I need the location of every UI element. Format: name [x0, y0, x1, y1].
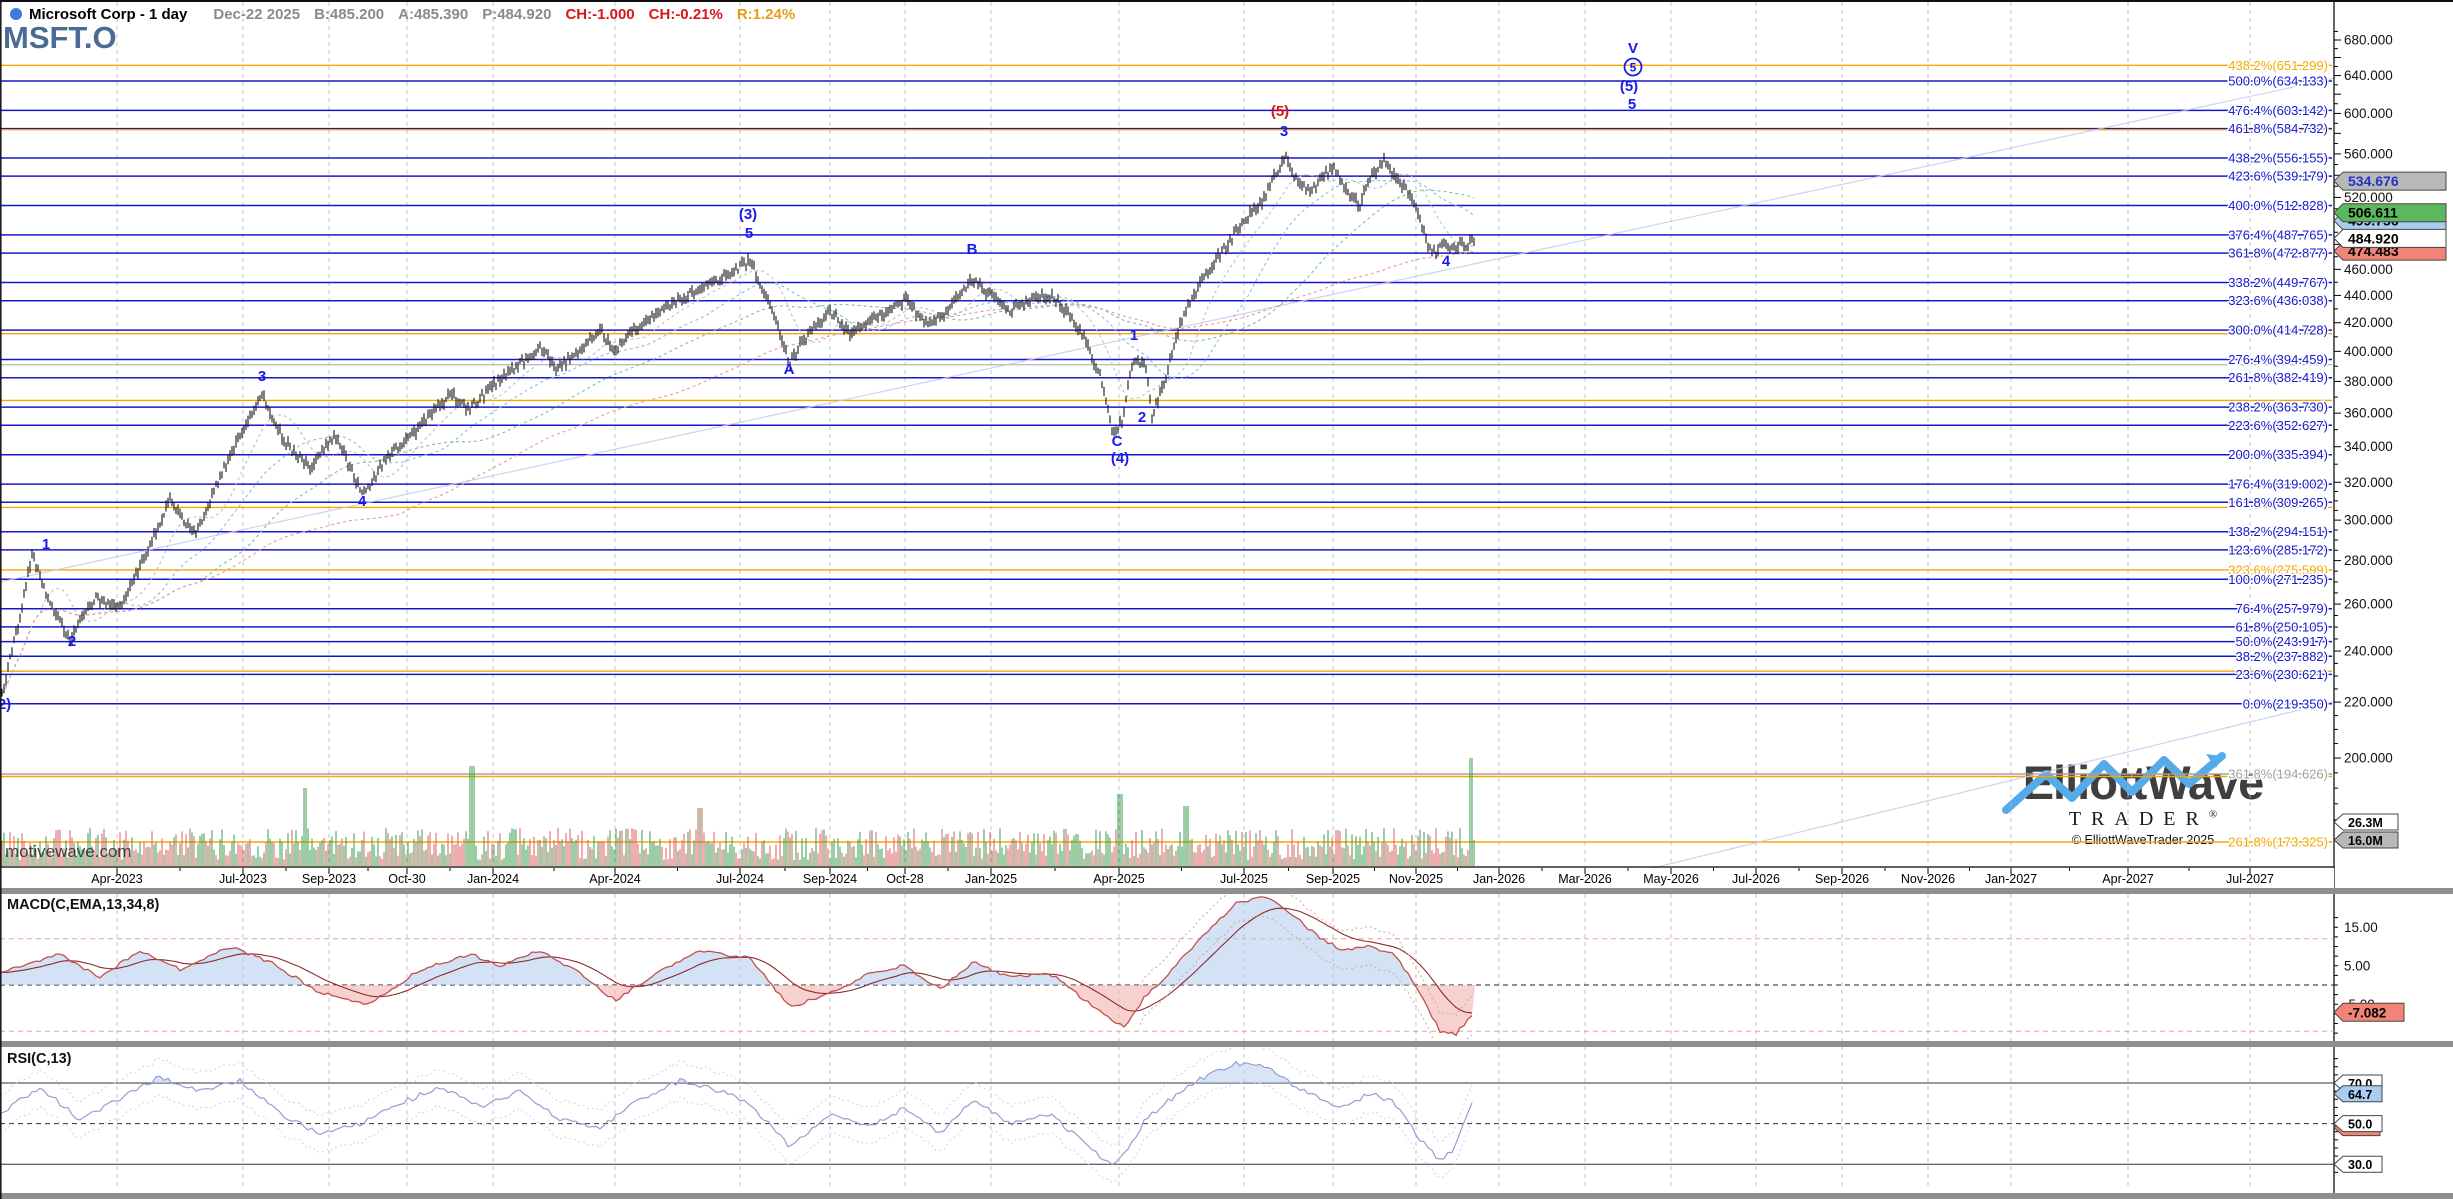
svg-text:276.4%(394.459): 276.4%(394.459)	[2228, 352, 2328, 367]
quote-last: P:484.920	[482, 6, 551, 23]
svg-text:338.2%(449.767): 338.2%(449.767)	[2228, 275, 2328, 290]
svg-text:100.0%(271.235): 100.0%(271.235)	[2228, 572, 2328, 587]
svg-text:200.0%(335.394): 200.0%(335.394)	[2228, 447, 2328, 462]
svg-text:323.6%(436.038): 323.6%(436.038)	[2228, 293, 2328, 308]
svg-text:4: 4	[358, 493, 367, 510]
svg-text:1: 1	[1130, 327, 1138, 344]
svg-text:(5): (5)	[1620, 78, 1638, 95]
svg-text:476.4%(603.142): 476.4%(603.142)	[2228, 103, 2328, 118]
svg-text:(3): (3)	[739, 206, 757, 223]
motivewave-chart-window: Microsoft Corp - 1 dayDec-22 2025B:485.2…	[0, 0, 2453, 1199]
svg-text:76.4%(257.979): 76.4%(257.979)	[2235, 601, 2328, 616]
svg-text:223.6%(352.627): 223.6%(352.627)	[2228, 418, 2328, 433]
svg-text:38.2%(237.882): 38.2%(237.882)	[2235, 649, 2328, 664]
svg-text:1: 1	[42, 536, 50, 553]
motivewave-watermark: motivewave.com	[5, 842, 132, 862]
svg-text:15.00: 15.00	[2344, 920, 2378, 935]
svg-text:64.7: 64.7	[2348, 1088, 2372, 1102]
svg-text:300.0%(414.728): 300.0%(414.728)	[2228, 323, 2328, 338]
svg-text:438.2%(651.299): 438.2%(651.299)	[2228, 58, 2328, 73]
time-axis[interactable]	[0, 868, 2334, 888]
quote-ask: A:485.390	[398, 6, 468, 23]
quote-date: Dec-22 2025	[213, 6, 300, 23]
svg-text:176.4%(319.002): 176.4%(319.002)	[2228, 477, 2328, 492]
svg-text:3: 3	[258, 368, 266, 385]
svg-text:61.8%(250.105): 61.8%(250.105)	[2235, 619, 2328, 634]
svg-text:23.6%(230.621): 23.6%(230.621)	[2235, 667, 2328, 682]
quote-change-pct: CH:-0.21%	[649, 6, 723, 23]
chart-header: Microsoft Corp - 1 dayDec-22 2025B:485.2…	[10, 6, 795, 23]
svg-text:(5): (5)	[1271, 103, 1289, 120]
svg-text:(4): (4)	[1111, 450, 1129, 467]
svg-text:0.0%(219.350): 0.0%(219.350)	[2243, 696, 2328, 711]
svg-text:5: 5	[1630, 61, 1637, 75]
svg-text:500.0%(634.133): 500.0%(634.133)	[2228, 73, 2328, 88]
ticker-watermark: MSFT.O	[3, 20, 117, 56]
svg-text:238.2%(363.730): 238.2%(363.730)	[2228, 400, 2328, 415]
svg-text:5: 5	[1628, 96, 1636, 113]
window-top-border	[0, 0, 2453, 2]
svg-text:C: C	[1112, 433, 1123, 450]
price-chart-canvas[interactable]: (2)1234(3)5ABC(4)12(5)34V5(5)5438.2%(651…	[0, 0, 2453, 1199]
svg-text:261.8%(382.419): 261.8%(382.419)	[2228, 370, 2328, 385]
svg-text:2: 2	[68, 633, 76, 650]
svg-text:-7.082: -7.082	[2348, 1005, 2386, 1020]
svg-text:361.8%(472.877): 361.8%(472.877)	[2228, 246, 2328, 261]
svg-text:376.4%(487.765): 376.4%(487.765)	[2228, 227, 2328, 242]
instrument-dot-icon	[10, 8, 22, 20]
svg-text:B: B	[967, 241, 978, 258]
svg-text:50.0%(243.917): 50.0%(243.917)	[2235, 634, 2328, 649]
svg-text:461.8%(584.732): 461.8%(584.732)	[2228, 121, 2328, 136]
svg-text:(2): (2)	[0, 696, 11, 713]
svg-text:30.0: 30.0	[2348, 1158, 2372, 1172]
quote-range-pct: R:1.24%	[737, 6, 795, 23]
rsi-study-label[interactable]: RSI(C,13)	[7, 1051, 71, 1067]
svg-text:2: 2	[1138, 409, 1146, 426]
svg-text:261.8%(173.325): 261.8%(173.325)	[2228, 835, 2328, 850]
svg-text:138.2%(294.151): 138.2%(294.151)	[2228, 524, 2328, 539]
svg-text:161.8%(309.265): 161.8%(309.265)	[2228, 495, 2328, 510]
svg-text:438.2%(556.155): 438.2%(556.155)	[2228, 150, 2328, 165]
svg-text:423.6%(539.179): 423.6%(539.179)	[2228, 169, 2328, 184]
quote-change: CH:-1.000	[565, 6, 634, 23]
svg-text:4: 4	[1442, 253, 1451, 270]
macd-study-label[interactable]: MACD(C,EMA,13,34,8)	[7, 897, 159, 913]
svg-text:A: A	[784, 361, 795, 378]
svg-text:361.8%(194.626): 361.8%(194.626)	[2228, 767, 2328, 782]
quote-bid: B:485.200	[314, 6, 384, 23]
svg-text:V: V	[1628, 40, 1638, 57]
svg-text:123.6%(285.172): 123.6%(285.172)	[2228, 542, 2328, 557]
price-axis[interactable]	[2334, 0, 2453, 868]
svg-text:3: 3	[1280, 123, 1288, 140]
svg-text:400.0%(512.828): 400.0%(512.828)	[2228, 198, 2328, 213]
svg-text:50.0: 50.0	[2348, 1118, 2372, 1132]
svg-text:5.00: 5.00	[2344, 958, 2370, 973]
svg-text:5: 5	[745, 225, 753, 242]
